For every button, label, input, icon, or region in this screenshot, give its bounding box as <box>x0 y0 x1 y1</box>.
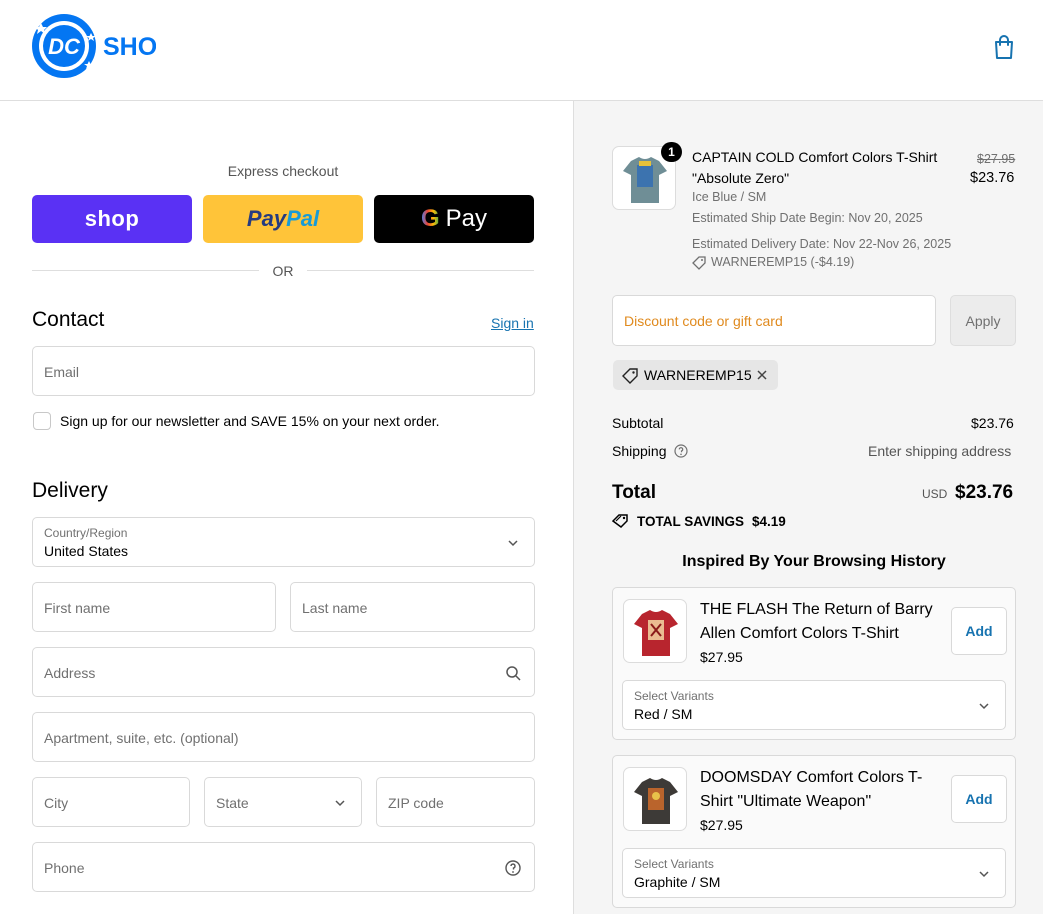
phone-placeholder: Phone <box>44 860 85 876</box>
tshirt-image <box>634 778 678 824</box>
google-g-icon: G <box>420 205 440 232</box>
variant-select-label: Select Variants <box>634 857 714 871</box>
recommendation-price: $27.95 <box>700 649 743 665</box>
add-button[interactable]: Add <box>951 607 1007 655</box>
paypal-button[interactable]: Pay Pal <box>203 195 363 243</box>
header: DC SHOP <box>0 0 1043 101</box>
item-price: $23.76 <box>970 170 1015 186</box>
recommendation-thumbnail <box>623 599 687 663</box>
chevron-down-icon <box>979 871 989 878</box>
total-currency: USD <box>922 487 948 501</box>
recommendations-heading: Inspired By Your Browsing History <box>682 553 946 570</box>
help-circle-icon[interactable] <box>504 859 522 877</box>
country-value: United States <box>44 543 129 559</box>
tshirt-image <box>634 610 678 656</box>
country-label: Country/Region <box>44 526 128 540</box>
address-field[interactable]: Address <box>32 647 535 697</box>
add-button[interactable]: Add <box>951 775 1007 823</box>
country-select[interactable]: Country/Region United States <box>32 517 535 567</box>
contact-heading: Contact <box>32 308 105 331</box>
applied-discount-chip: WARNEREMP15 <box>613 360 778 390</box>
tag-icon <box>622 368 638 384</box>
recommendation-card: DOOMSDAY Comfort Colors T-Shirt "Ultimat… <box>612 755 1016 908</box>
shop-pay-label: shop <box>84 206 140 231</box>
savings-value: $4.19 <box>752 514 786 529</box>
google-pay-button[interactable]: G Pay <box>374 195 534 243</box>
subtotal-label: Subtotal <box>612 415 664 431</box>
sign-in-link[interactable]: Sign in <box>491 315 534 331</box>
applied-code-label: WARNEREMP15 <box>644 367 752 383</box>
checkout-form-column: Express checkout shop Pay Pal G Pay OR Con… <box>0 101 573 914</box>
estimated-ship-date: Estimated Ship Date Begin: Nov 20, 2025 <box>692 211 923 225</box>
estimated-delivery-date: Estimated Delivery Date: Nov 22-Nov 26, … <box>692 237 952 251</box>
tag-icon <box>692 256 706 270</box>
savings-tag-icon <box>612 514 628 528</box>
recommendation-card: THE FLASH The Return of Barry Allen Comf… <box>612 587 1016 740</box>
recommendation-title[interactable]: THE FLASH The Return of Barry Allen Comf… <box>700 598 940 646</box>
apartment-placeholder: Apartment, suite, etc. (optional) <box>44 730 239 746</box>
phone-field[interactable]: Phone <box>32 842 535 892</box>
recommendation-price: $27.95 <box>700 817 743 833</box>
or-divider: OR <box>32 261 534 281</box>
last-name-field[interactable]: Last name <box>290 582 535 632</box>
original-price-value: $27.95 <box>977 152 1016 166</box>
dc-shop-logo[interactable]: DC SHOP <box>31 11 156 81</box>
first-name-placeholder: First name <box>44 600 111 616</box>
shipping-value: Enter shipping address <box>868 443 1012 459</box>
newsletter-label: Sign up for our newsletter and SAVE 15% … <box>60 413 440 429</box>
total-label: Total <box>612 482 656 503</box>
help-circle-icon[interactable] <box>674 444 688 458</box>
subtotal-value: $23.76 <box>971 415 1014 431</box>
email-field[interactable]: Email <box>32 346 535 396</box>
variant-select[interactable]: Select Variants Red / SM <box>622 680 1006 730</box>
paypal-label-pal: Pal <box>286 206 320 231</box>
chevron-down-icon <box>508 540 518 547</box>
chevron-down-icon <box>979 703 989 710</box>
chevron-down-icon <box>335 800 345 807</box>
city-field[interactable]: City <box>32 777 190 827</box>
discount-code-field[interactable]: Discount code or gift card <box>612 295 936 346</box>
discount-placeholder: Discount code or gift card <box>624 313 783 329</box>
search-icon <box>506 666 521 681</box>
last-name-placeholder: Last name <box>302 600 368 616</box>
quantity-badge: 1 <box>661 142 682 162</box>
zip-field[interactable]: ZIP code <box>376 777 535 827</box>
express-checkout-label: Express checkout <box>227 163 339 179</box>
shopping-bag-icon[interactable] <box>990 33 1018 61</box>
svg-text:DC: DC <box>48 34 81 59</box>
close-icon[interactable] <box>755 368 769 382</box>
or-label: OR <box>272 263 294 279</box>
newsletter-checkbox[interactable] <box>33 412 51 430</box>
zip-placeholder: ZIP code <box>388 795 444 811</box>
product-title-line1: CAPTAIN COLD Comfort Colors T-Shirt <box>692 149 938 165</box>
original-price: $27.95 <box>977 150 1015 166</box>
email-placeholder: Email <box>44 364 80 380</box>
recommendation-thumbnail <box>623 767 687 831</box>
recommendation-title[interactable]: DOOMSDAY Comfort Colors T-Shirt "Ultimat… <box>700 766 940 814</box>
shipping-label: Shipping <box>612 443 667 459</box>
savings-label: TOTAL SAVINGS <box>637 514 745 529</box>
item-discount-tag: WARNEREMP15 (-$4.19) <box>711 255 855 269</box>
variant-select-value: Red / SM <box>634 706 693 722</box>
paypal-label-pay: Pay <box>246 206 287 231</box>
first-name-field[interactable]: First name <box>32 582 276 632</box>
apartment-field[interactable]: Apartment, suite, etc. (optional) <box>32 712 535 762</box>
svg-text:SHOP: SHOP <box>103 33 156 61</box>
variant-select-label: Select Variants <box>634 689 714 703</box>
product-variant: Ice Blue / SM <box>692 190 767 204</box>
variant-select-value: Graphite / SM <box>634 874 721 890</box>
city-placeholder: City <box>44 795 69 811</box>
state-placeholder: State <box>216 795 249 811</box>
address-placeholder: Address <box>44 665 96 681</box>
total-value: $23.76 <box>955 482 1014 503</box>
delivery-heading: Delivery <box>32 479 108 502</box>
apply-button[interactable]: Apply <box>950 295 1016 346</box>
product-title-line2: "Absolute Zero" <box>692 170 790 186</box>
shop-pay-button[interactable]: shop <box>32 195 192 243</box>
google-pay-label: Pay <box>445 205 488 232</box>
variant-select[interactable]: Select Variants Graphite / SM <box>622 848 1006 898</box>
state-select[interactable]: State <box>204 777 362 827</box>
